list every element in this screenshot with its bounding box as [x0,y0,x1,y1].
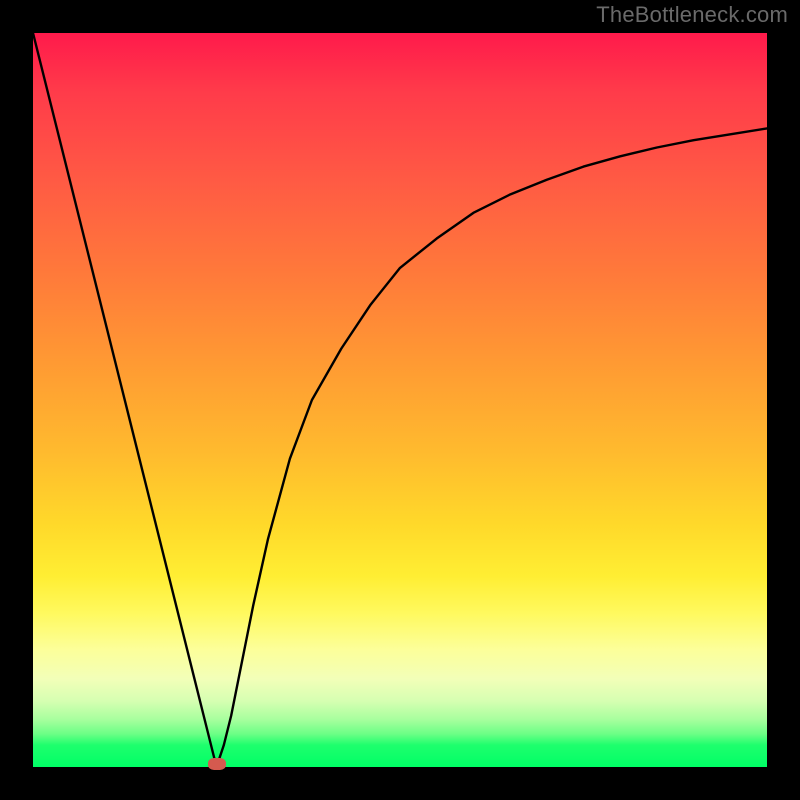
optimum-marker [208,758,226,770]
plot-area [33,33,767,767]
bottleneck-curve [33,33,767,767]
curve-path [33,33,767,767]
watermark-text: TheBottleneck.com [596,2,788,28]
chart-frame: TheBottleneck.com [0,0,800,800]
